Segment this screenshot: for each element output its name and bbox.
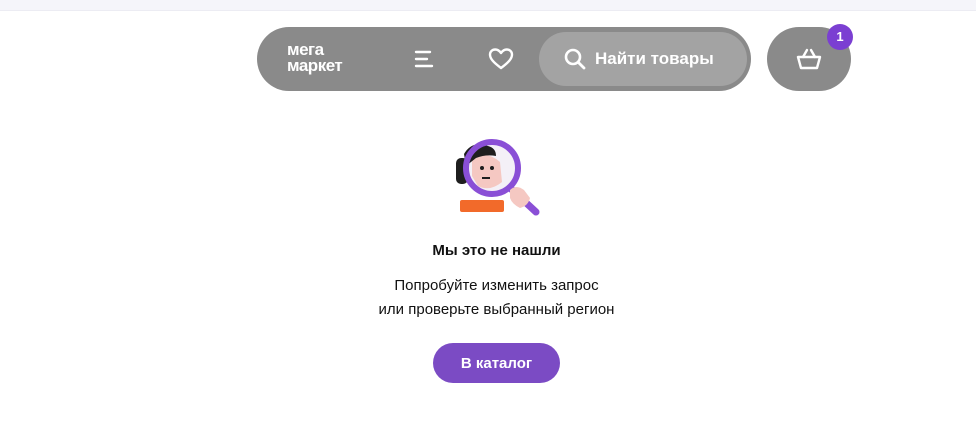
cart-count-badge: 1 <box>827 24 853 50</box>
empty-state-title: Мы это не нашли <box>432 242 561 259</box>
not-found-illustration <box>456 139 540 216</box>
empty-state-description: Попробуйте изменить запрос или проверьте… <box>0 274 976 322</box>
top-strip <box>0 0 976 11</box>
search-label: Найти товары <box>595 49 714 68</box>
header-bar: мега маркет Найти товары <box>257 27 751 91</box>
basket-icon <box>796 48 822 70</box>
search-button[interactable]: Найти товары <box>539 32 747 86</box>
empty-state-line-1: Попробуйте изменить запрос <box>394 277 599 294</box>
megamarket-logo[interactable]: мега маркет <box>287 41 343 75</box>
menu-icon <box>414 50 434 68</box>
catalog-button[interactable]: В каталог <box>433 343 560 383</box>
menu-button[interactable] <box>413 47 437 71</box>
heart-icon <box>488 48 514 70</box>
logo-line-2: маркет <box>287 56 343 75</box>
empty-state-line-2: или проверьте выбранный регион <box>378 301 615 318</box>
favorites-button[interactable] <box>488 47 514 71</box>
search-icon <box>564 48 586 70</box>
